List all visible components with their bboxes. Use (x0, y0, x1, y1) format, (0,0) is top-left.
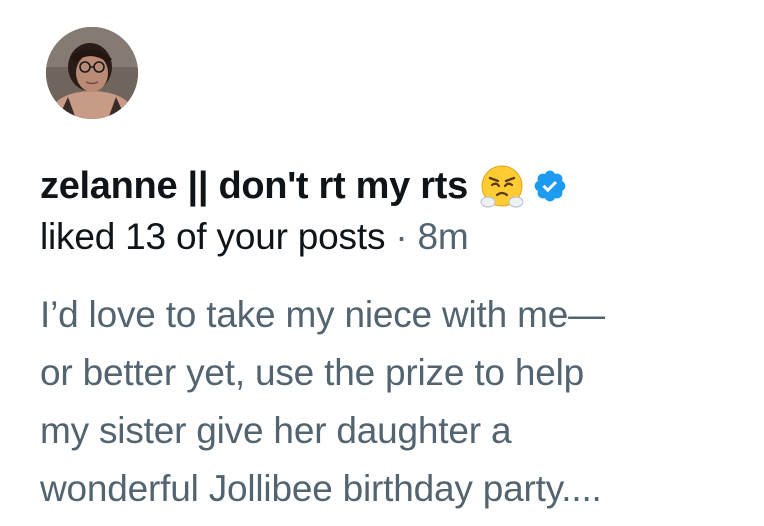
post-preview[interactable]: I’d love to take my niece with me— or be… (40, 286, 750, 518)
name-row: zelanne || don't rt my rts (40, 158, 568, 214)
display-name[interactable]: zelanne || don't rt my rts (40, 165, 468, 208)
post-line: my sister give her daughter a (40, 410, 512, 451)
avatar[interactable] (46, 27, 138, 119)
post-line: wonderful Jollibee birthday party.... (40, 468, 602, 509)
post-line: or better yet, use the prize to help (40, 352, 585, 393)
avatar-photo (46, 27, 138, 119)
notification-action: liked 13 of your posts · 8m (40, 216, 469, 258)
action-text: liked 13 of your posts (40, 216, 386, 257)
timestamp[interactable]: 8m (418, 216, 469, 257)
post-line: I’d love to take my niece with me— (40, 294, 605, 335)
verified-badge-icon (532, 168, 568, 204)
face-with-steam-from-nose-emoji-icon (478, 162, 526, 210)
separator: · (395, 216, 418, 257)
